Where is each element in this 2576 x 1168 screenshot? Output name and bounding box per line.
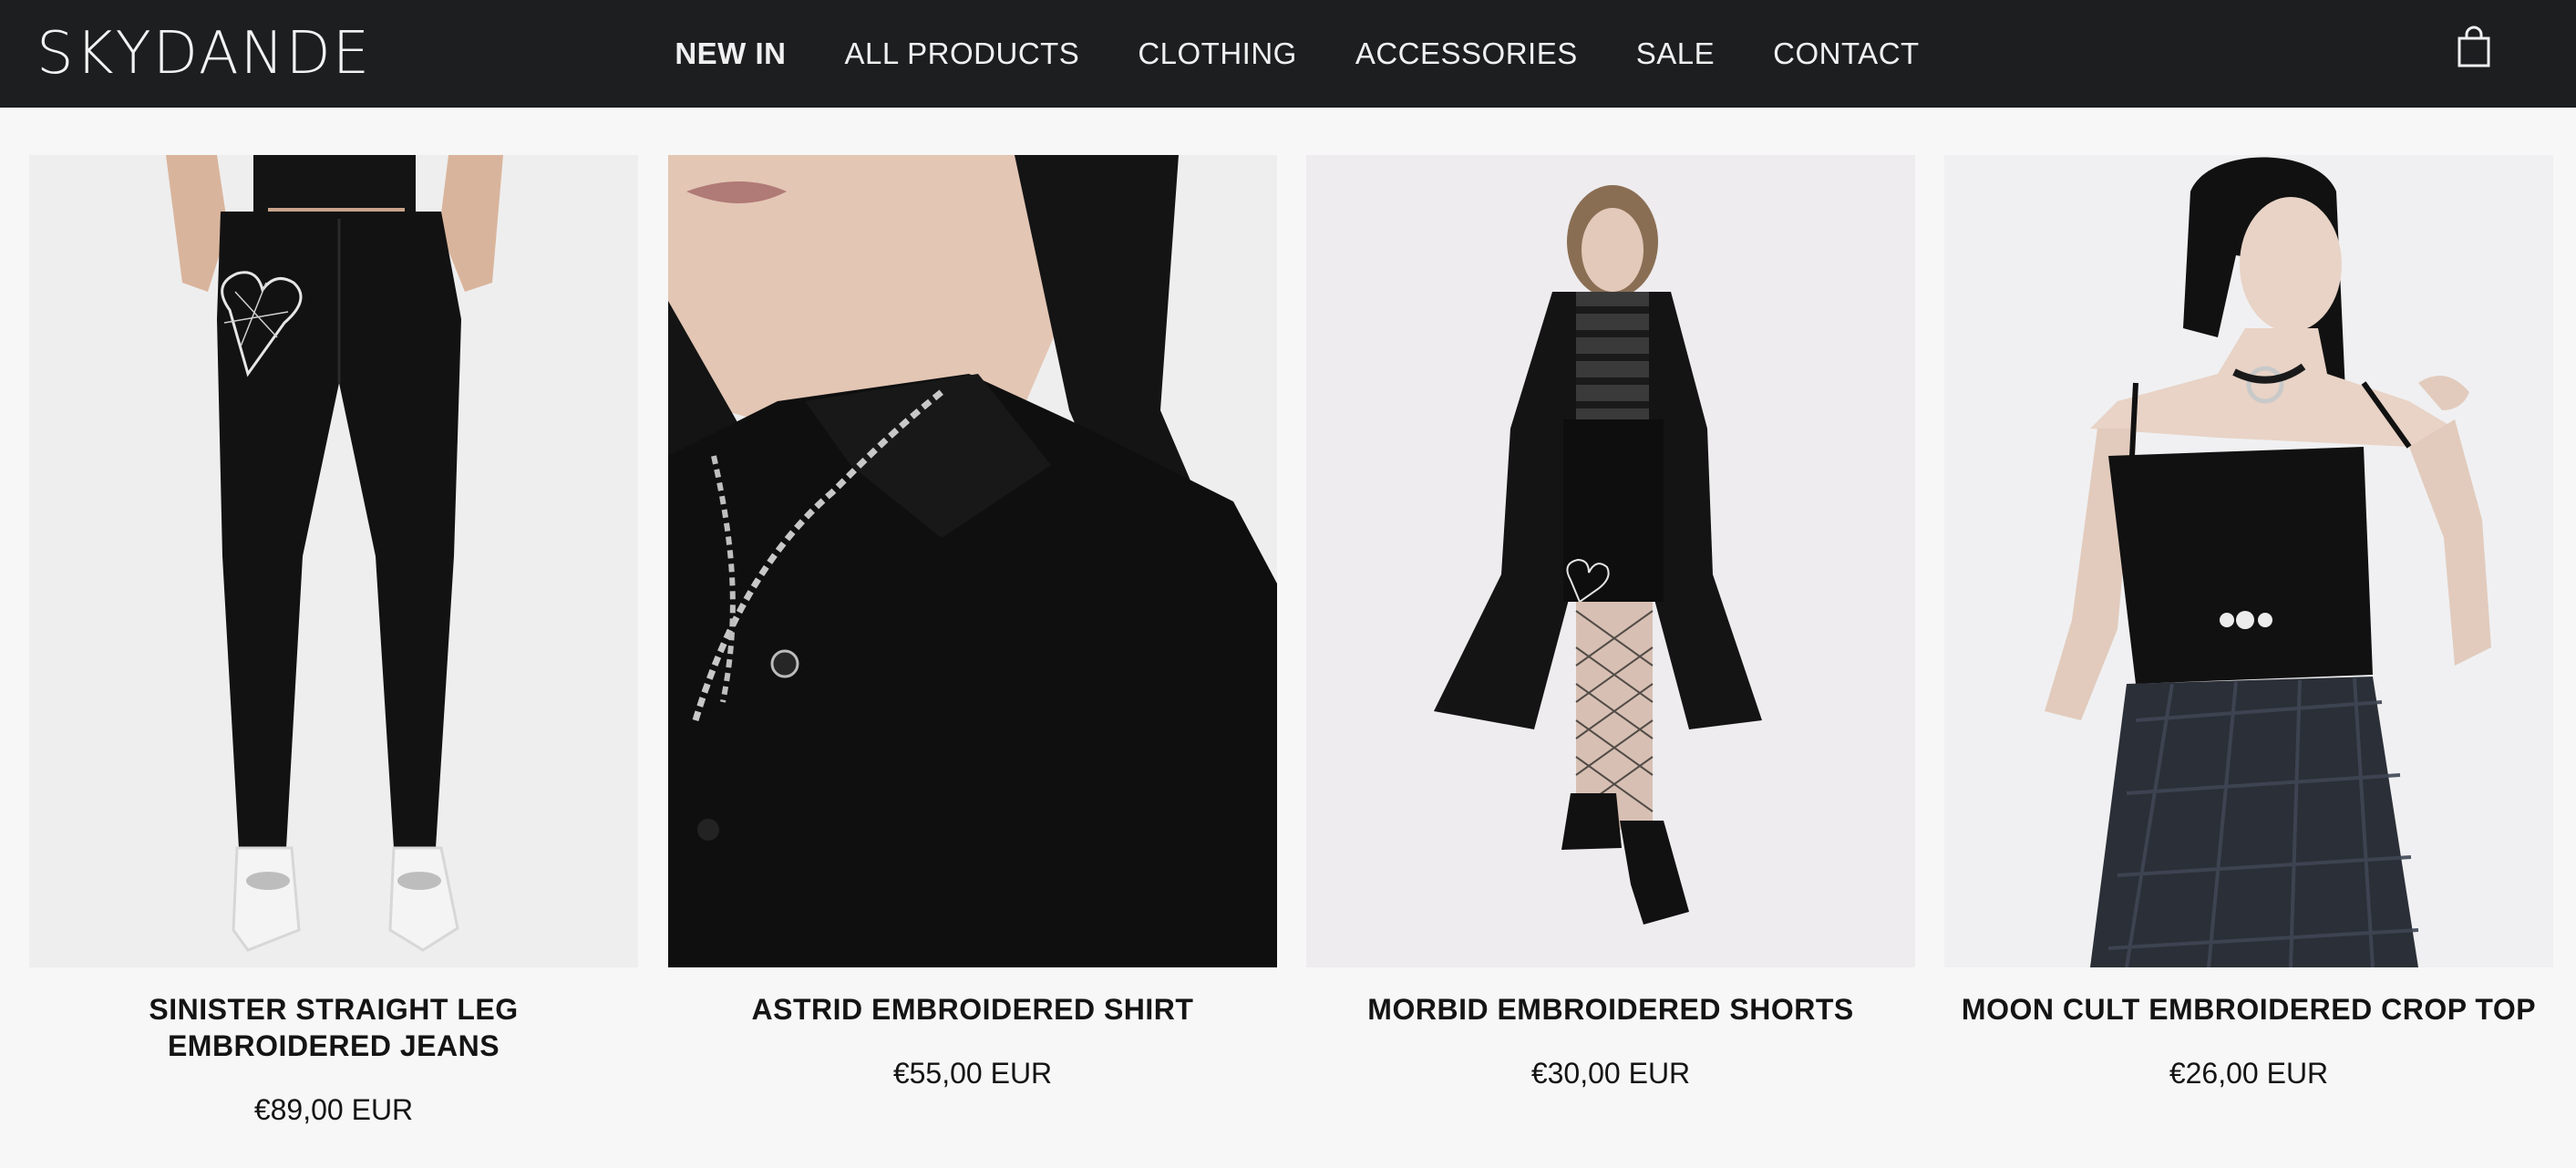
top-navigation-bar: SKYDANDE NEW IN ALL PRODUCTS CLOTHING AC… xyxy=(0,0,2576,108)
product-price: €30,00 EUR xyxy=(1530,1057,1691,1090)
nav-item-contact[interactable]: CONTACT xyxy=(1773,36,1920,71)
product-price: €26,00 EUR xyxy=(2169,1057,2329,1090)
product-image-shorts[interactable] xyxy=(1306,155,1915,967)
product-card[interactable]: MORBID EMBROIDERED SHORTS €30,00 EUR xyxy=(1306,155,1915,1090)
nav-item-clothing[interactable]: CLOTHING xyxy=(1138,36,1297,71)
product-title[interactable]: ASTRID EMBROIDERED SHIRT xyxy=(668,991,1277,1028)
product-image-jeans[interactable] xyxy=(29,155,638,967)
nav-item-all-products[interactable]: ALL PRODUCTS xyxy=(844,36,1079,71)
product-title[interactable]: MORBID EMBROIDERED SHORTS xyxy=(1306,991,1915,1028)
product-card[interactable]: MOON CULT EMBROIDERED CROP TOP €26,00 EU… xyxy=(1944,155,2553,1090)
product-grid: SINISTER STRAIGHT LEG EMBROIDERED JEANS … xyxy=(0,108,2576,1168)
main-navigation: NEW IN ALL PRODUCTS CLOTHING ACCESSORIES… xyxy=(0,0,2576,108)
product-image-crop-top[interactable] xyxy=(1944,155,2553,967)
nav-item-new-in[interactable]: NEW IN xyxy=(675,36,786,71)
shopping-bag-icon[interactable] xyxy=(2456,26,2492,69)
product-title[interactable]: MOON CULT EMBROIDERED CROP TOP xyxy=(1944,991,2553,1028)
product-card[interactable]: ASTRID EMBROIDERED SHIRT €55,00 EUR xyxy=(668,155,1277,1090)
nav-item-accessories[interactable]: ACCESSORIES xyxy=(1355,36,1578,71)
product-title[interactable]: SINISTER STRAIGHT LEG EMBROIDERED JEANS xyxy=(29,991,638,1064)
product-price: €89,00 EUR xyxy=(253,1093,414,1126)
product-price: €55,00 EUR xyxy=(892,1057,1053,1090)
nav-item-sale[interactable]: SALE xyxy=(1636,36,1715,71)
product-image-shirt[interactable] xyxy=(668,155,1277,967)
product-card[interactable]: SINISTER STRAIGHT LEG EMBROIDERED JEANS … xyxy=(29,155,638,1127)
